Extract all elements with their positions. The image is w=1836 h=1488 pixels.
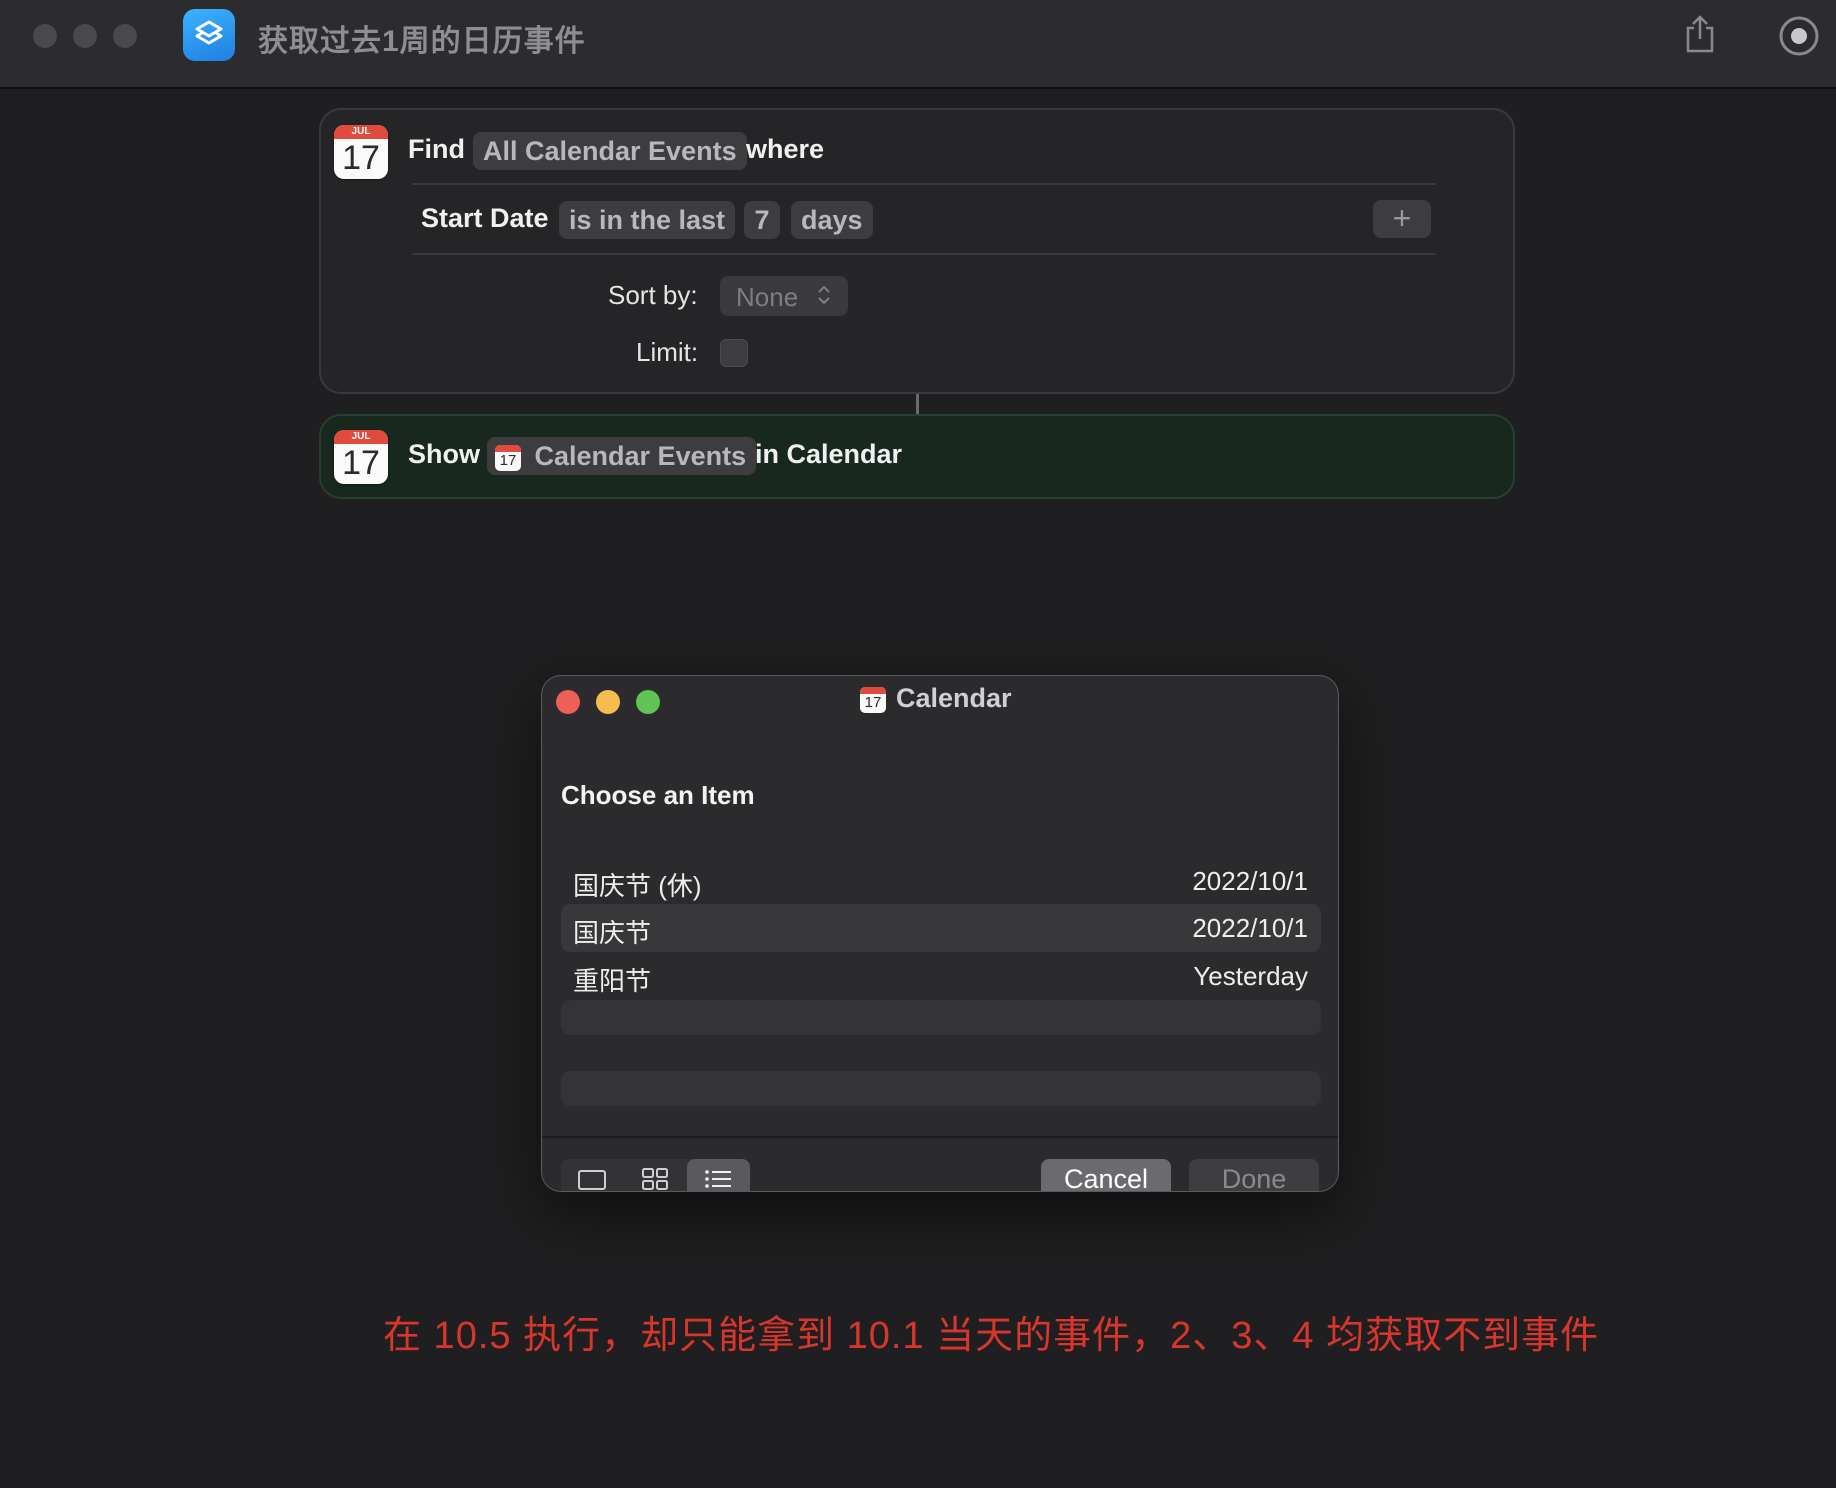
shortcuts-app-icon <box>183 9 235 61</box>
show-label: Show <box>408 439 480 469</box>
dialog-title-text: Calendar <box>896 683 1012 713</box>
calendar-icon-day: 17 <box>342 139 380 177</box>
sort-by-value: None <box>736 282 799 312</box>
calendar-icon-month: JUL <box>334 125 388 139</box>
variable-token-label: Calendar Events <box>534 441 747 471</box>
close-window-button[interactable] <box>33 24 57 48</box>
filter-operator-token[interactable]: is in the last <box>559 201 736 239</box>
done-button[interactable]: Done <box>1189 1159 1319 1191</box>
item-name: 国庆节 <box>573 918 652 948</box>
item-date: Yesterday <box>1193 961 1308 991</box>
dialog-zoom-button[interactable] <box>636 690 660 714</box>
list-item[interactable]: 重阳节 Yesterday <box>561 952 1321 1000</box>
title-bar: 获取过去1周的日历事件 <box>0 0 1836 89</box>
source-token[interactable]: All Calendar Events <box>473 132 747 170</box>
calendar-icon: 17 <box>495 444 521 471</box>
calendar-icon: JUL 17 <box>334 430 388 484</box>
list-item[interactable]: 国庆节 2022/10/1 <box>561 904 1321 952</box>
show-in-calendar-action[interactable]: JUL 17 Show 17 Calendar Events in Calend… <box>319 414 1515 499</box>
item-name: 重阳节 <box>573 966 652 996</box>
dialog-title: 17 Calendar <box>860 683 1012 719</box>
cancel-button[interactable]: Cancel <box>1041 1159 1171 1191</box>
calendar-icon: JUL 17 <box>334 125 388 179</box>
filter-amount-token[interactable]: 7 <box>744 201 780 239</box>
sort-by-label: Sort by: <box>608 280 698 310</box>
list-item[interactable]: 国庆节 (休) 2022/10/1 <box>561 857 1321 905</box>
chevron-up-down-icon <box>818 285 830 305</box>
run-stop-icon[interactable] <box>1777 14 1821 63</box>
limit-checkbox[interactable] <box>720 339 748 367</box>
find-label: Find <box>408 134 465 164</box>
minimize-window-button[interactable] <box>73 24 97 48</box>
dialog-footer-divider <box>542 1136 1338 1138</box>
divider <box>412 183 1436 185</box>
action-connector <box>916 394 919 414</box>
empty-list-row <box>561 1000 1321 1035</box>
grid-view-icon <box>642 1168 668 1190</box>
calendar-icon: 17 <box>860 686 886 713</box>
empty-list-row <box>561 1071 1321 1106</box>
filter-field[interactable]: Start Date <box>421 203 549 234</box>
share-icon[interactable] <box>1683 14 1717 59</box>
list-view-button[interactable] <box>687 1159 750 1191</box>
list-view-icon <box>705 1170 731 1188</box>
sort-by-popup[interactable]: None <box>720 276 848 316</box>
limit-label: Limit: <box>636 337 699 367</box>
in-calendar-label: in Calendar <box>755 439 903 469</box>
dialog-heading: Choose an Item <box>561 780 755 810</box>
single-view-button[interactable] <box>561 1159 624 1191</box>
window-title: 获取过去1周的日历事件 <box>258 25 586 58</box>
dialog-minimize-button[interactable] <box>596 690 620 714</box>
single-view-icon <box>578 1170 606 1190</box>
calendar-icon-month: JUL <box>334 430 388 444</box>
view-mode-segmented-control[interactable] <box>561 1159 750 1191</box>
find-calendar-events-action[interactable]: JUL 17 Find All Calendar Events where St… <box>319 108 1515 394</box>
item-date: 2022/10/1 <box>1192 913 1308 943</box>
item-date: 2022/10/1 <box>1192 866 1308 896</box>
add-filter-button[interactable]: + <box>1373 200 1431 238</box>
where-label: where <box>746 134 825 164</box>
grid-view-button[interactable] <box>624 1159 687 1191</box>
annotation-note: 在 10.5 执行，却只能拿到 10.1 当天的事件，2、3、4 均获取不到事件 <box>383 1315 1600 1357</box>
divider <box>412 253 1436 255</box>
filter-unit-token[interactable]: days <box>791 201 873 239</box>
dialog-close-button[interactable] <box>556 690 580 714</box>
zoom-window-button[interactable] <box>113 24 137 48</box>
calendar-icon-day: 17 <box>342 444 380 482</box>
choose-item-dialog: 17 Calendar Choose an Item 国庆节 (休) 2022/1… <box>541 675 1339 1192</box>
item-name: 国庆节 (休) <box>573 871 702 901</box>
calendar-events-variable-token[interactable]: 17 Calendar Events <box>487 437 757 475</box>
